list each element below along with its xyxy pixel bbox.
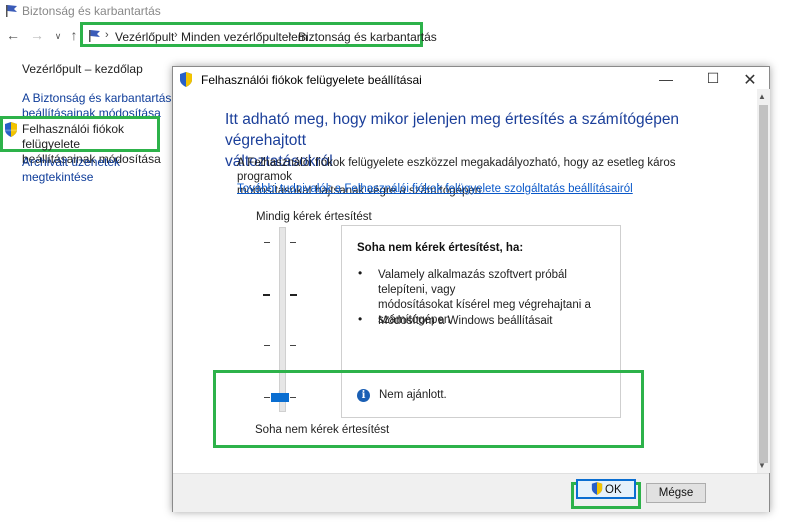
sidebar-item-label: Archivált üzenetek	[22, 155, 121, 169]
bullet-line: Módosítom a Windows beállításait	[378, 315, 553, 327]
slider-tick	[264, 242, 270, 243]
bullet-icon: •	[358, 266, 363, 280]
minimize-icon[interactable]: —	[656, 71, 676, 87]
breadcrumb[interactable]: › Vezérlőpult › Minden vezérlőpultelem ›…	[80, 22, 437, 47]
breadcrumb-separator: ›	[105, 29, 109, 41]
shield-icon	[5, 122, 17, 137]
ok-button[interactable]: OK	[576, 479, 636, 499]
address-bar-row: ← → ∨ ↑ › Vezérlőpult › Minden vezérlőpu…	[0, 22, 800, 50]
dialog-title: Felhasználói fiókok felügyelete beállítá…	[201, 73, 422, 87]
breadcrumb-item-security[interactable]: Biztonság és karbantartás	[298, 30, 437, 44]
flag-icon	[6, 5, 17, 17]
bullet-line: módosításokat kísérel meg végrehajtani a	[378, 299, 591, 311]
slider-tick	[290, 345, 296, 346]
breadcrumb-separator: ›	[288, 29, 292, 41]
back-icon[interactable]: ←	[5, 27, 21, 43]
level-description-heading: Soha nem kérek értesítést, ha:	[357, 242, 524, 254]
breadcrumb-separator: ›	[174, 29, 178, 41]
breadcrumb-item-control-panel[interactable]: Vezérlőpult	[115, 30, 174, 44]
learn-more-link[interactable]: További tudnivalók a Felhasználói fiókok…	[237, 183, 633, 195]
sidebar-home-link[interactable]: Vezérlőpult – kezdőlap	[22, 62, 143, 77]
slider-tick	[290, 242, 296, 243]
dialog-heading-line: Itt adható meg, hogy mikor jelenjen meg …	[225, 111, 680, 149]
sidebar-item-label: megtekintése	[22, 170, 94, 184]
dropdown-icon[interactable]: ∨	[50, 31, 66, 42]
uac-settings-dialog: Felhasználói fiókok felügyelete beállítá…	[172, 66, 770, 512]
level-description-bullet: Módosítom a Windows beállításait	[378, 314, 608, 329]
slider-tick	[290, 294, 297, 296]
scroll-down-icon[interactable]: ▼	[758, 461, 766, 470]
slider-top-label: Mindig kérek értesítést	[256, 211, 372, 223]
forward-icon[interactable]: →	[29, 27, 45, 43]
annotation-highlight	[213, 370, 644, 448]
slider-tick	[264, 345, 270, 346]
cancel-button[interactable]: Mégse	[646, 483, 706, 503]
sidebar-item-archived-messages[interactable]: Archivált üzenetek megtekintése	[22, 155, 120, 185]
shield-icon	[180, 72, 192, 87]
dialog-description-line: A Felhasználói fiókok felügyelete eszköz…	[237, 157, 676, 183]
sidebar-item-label: Felhasználói fiókok felügyelete	[22, 122, 125, 151]
window-title: Biztonság és karbantartás	[22, 4, 161, 18]
bullet-icon: •	[358, 312, 363, 326]
window-titlebar: Biztonság és karbantartás	[0, 0, 800, 22]
shield-icon	[591, 482, 603, 495]
vertical-scrollbar[interactable]: ▲ ▼	[757, 89, 770, 473]
maximize-icon[interactable]: ☐	[703, 70, 723, 87]
sidebar-item-label: A Biztonság és karbantartás	[22, 91, 172, 105]
scroll-up-icon[interactable]: ▲	[758, 92, 766, 101]
flag-icon	[89, 30, 100, 42]
slider-tick	[263, 294, 270, 296]
close-icon[interactable]: ✕	[740, 70, 760, 90]
ok-button-label: OK	[605, 484, 622, 496]
scrollbar-thumb[interactable]	[759, 105, 768, 463]
bullet-line: Valamely alkalmazás szoftvert próbál tel…	[378, 269, 567, 296]
